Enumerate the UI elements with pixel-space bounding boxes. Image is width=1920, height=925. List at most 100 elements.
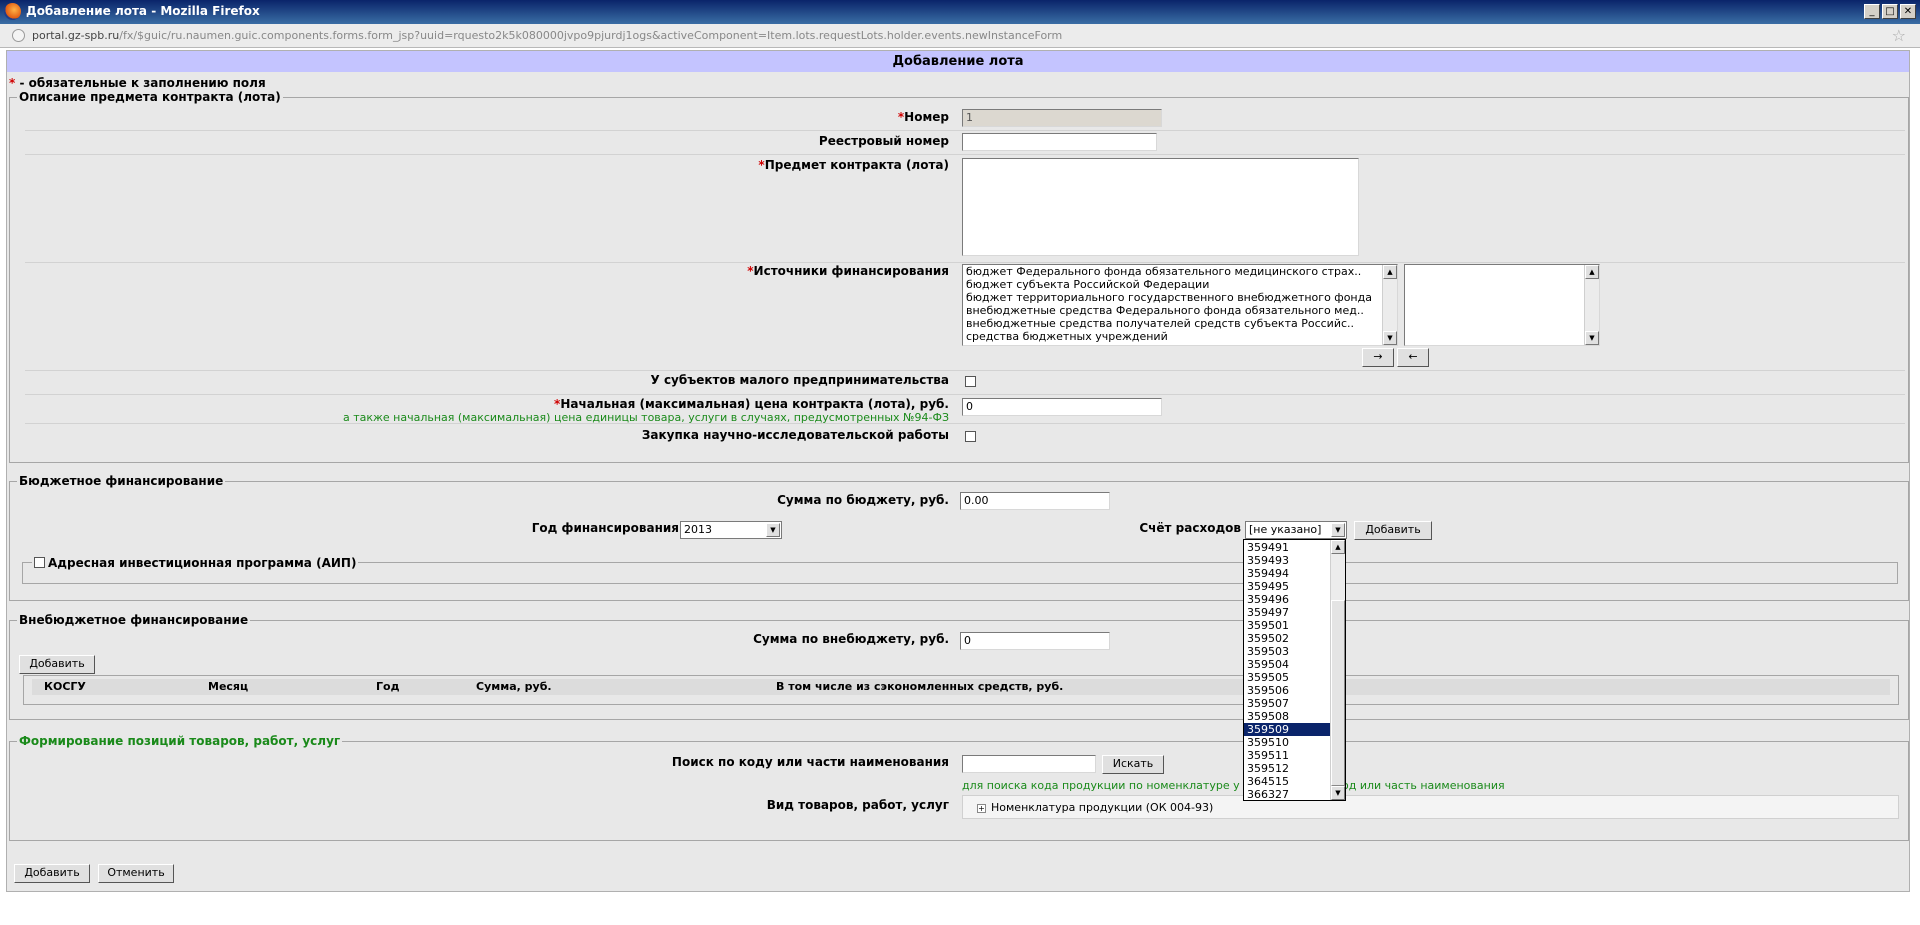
budget-sum-label: Сумма по бюджету, руб. (777, 493, 949, 507)
maximize-button[interactable]: □ (1882, 4, 1898, 19)
research-label: Закупка научно-исследовательской работы (641, 428, 949, 442)
source-option[interactable]: бюджет Федерального фонда обязательного … (963, 265, 1397, 278)
chevron-down-icon[interactable]: ▼ (766, 523, 780, 537)
account-option[interactable]: 359505 (1244, 671, 1330, 684)
small-business-checkbox[interactable] (965, 376, 976, 387)
number-label-text: Номер (904, 110, 949, 124)
url-domain: portal.gz-spb.ru (32, 29, 120, 42)
account-option[interactable]: 359496 (1244, 593, 1330, 606)
url-text[interactable]: portal.gz-spb.ru/fx/$guic/ru.naumen.guic… (32, 29, 1062, 42)
price-label-text: Начальная (максимальная) цена контракта … (560, 397, 949, 411)
lot-fieldset (9, 97, 1909, 463)
number-label: *Номер (897, 110, 949, 124)
move-left-button[interactable]: ← (1397, 348, 1429, 367)
research-checkbox[interactable] (965, 431, 976, 442)
row-divider (25, 154, 1905, 155)
goods-tree: + Номенклатура продукции (ОК 004-93) (962, 795, 1899, 819)
aip-legend: Адресная инвестиционная программа (АИП) (32, 556, 359, 570)
tree-node[interactable]: + Номенклатура продукции (ОК 004-93) (977, 801, 1213, 814)
col-sum: Сумма, руб. (476, 680, 552, 693)
account-select[interactable]: [не указано] ▼ (1245, 521, 1347, 539)
scroll-down-arrow-icon[interactable]: ▼ (1331, 786, 1345, 800)
extra-sum-label: Сумма по внебюджету, руб. (753, 632, 949, 646)
account-option[interactable]: 359510 (1244, 736, 1330, 749)
sources-available-list[interactable]: бюджет Федерального фонда обязательного … (962, 264, 1398, 346)
source-option[interactable]: бюджет субъекта Российской Федерации (963, 278, 1397, 291)
expand-plus-icon[interactable]: + (977, 803, 986, 813)
small-business-label: У субъектов малого предпринимательства (650, 373, 949, 387)
row-divider (25, 423, 1905, 424)
source-option[interactable]: внебюджетные средства Федерального фонда… (963, 304, 1397, 317)
account-option[interactable]: 359509 (1244, 723, 1330, 736)
tree-node-label[interactable]: Номенклатура продукции (ОК 004-93) (991, 801, 1213, 814)
account-add-button[interactable]: Добавить (1354, 521, 1432, 540)
add-lot-button[interactable]: Добавить (14, 864, 90, 883)
source-option[interactable]: внебюджетные средства получателей средст… (963, 317, 1397, 330)
account-option[interactable]: 359494 (1244, 567, 1330, 580)
search-button[interactable]: Искать (1102, 755, 1164, 774)
budget-legend: Бюджетное финансирование (17, 474, 226, 488)
scroll-down-arrow-icon[interactable]: ▼ (1383, 331, 1397, 345)
chevron-down-icon[interactable]: ▼ (1331, 523, 1345, 537)
close-button[interactable]: ✕ (1900, 4, 1916, 19)
number-field[interactable]: 1 (962, 109, 1162, 127)
col-kosgu: КОСГУ (44, 680, 86, 693)
minimize-button[interactable]: _ (1864, 4, 1880, 19)
account-option[interactable]: 359491 (1244, 541, 1330, 554)
account-option[interactable]: 359506 (1244, 684, 1330, 697)
budget-sum-field[interactable]: 0.00 (960, 492, 1110, 510)
goods-legend: Формирование позиций товаров, работ, усл… (17, 734, 343, 748)
scroll-up-arrow-icon[interactable]: ▲ (1585, 265, 1599, 279)
account-option[interactable]: 359502 (1244, 632, 1330, 645)
account-option[interactable]: 366327 (1244, 788, 1330, 800)
year-select-value: 2013 (684, 523, 712, 536)
extra-fieldset (9, 620, 1909, 720)
extra-sum-field[interactable]: 0 (960, 632, 1110, 650)
scroll-up-arrow-icon[interactable]: ▲ (1331, 540, 1345, 554)
cancel-button[interactable]: Отменить (98, 864, 174, 883)
price-field[interactable]: 0 (962, 398, 1162, 416)
account-option[interactable]: 359503 (1244, 645, 1330, 658)
year-select[interactable]: 2013 ▼ (680, 521, 782, 539)
subject-label: *Предмет контракта (лота) (758, 158, 949, 172)
extra-table: КОСГУ Месяц Год Сумма, руб. В том числе … (23, 675, 1899, 705)
account-option[interactable]: 359512 (1244, 762, 1330, 775)
goods-search-input[interactable] (962, 755, 1096, 773)
account-option[interactable]: 359511 (1244, 749, 1330, 762)
selected-scrollbar[interactable]: ▲ ▼ (1584, 265, 1599, 345)
registry-number-field[interactable] (962, 133, 1157, 151)
url-path: /fx/$guic/ru.naumen.guic.components.form… (119, 29, 1063, 42)
account-option[interactable]: 359495 (1244, 580, 1330, 593)
account-dropdown-scrollbar[interactable]: ▲ ▼ (1330, 540, 1345, 800)
kind-label: Вид товаров, работ, услуг (766, 798, 949, 812)
source-option[interactable]: бюджет территориального государственного… (963, 291, 1397, 304)
bookmark-star-icon[interactable]: ☆ (1892, 26, 1906, 45)
scroll-thumb[interactable] (1331, 600, 1345, 786)
scroll-up-arrow-icon[interactable]: ▲ (1383, 265, 1397, 279)
aip-checkbox[interactable] (34, 557, 45, 568)
url-bar[interactable]: portal.gz-spb.ru/fx/$guic/ru.naumen.guic… (0, 24, 1920, 48)
site-identity-icon[interactable] (12, 29, 25, 42)
row-divider (25, 130, 1905, 131)
account-option[interactable]: 359508 (1244, 710, 1330, 723)
row-divider (25, 394, 1905, 395)
col-month: Месяц (208, 680, 249, 693)
move-right-button[interactable]: → (1362, 348, 1394, 367)
account-option[interactable]: 359507 (1244, 697, 1330, 710)
account-option[interactable]: 359493 (1244, 554, 1330, 567)
scroll-down-arrow-icon[interactable]: ▼ (1585, 331, 1599, 345)
form-header: Добавление лота (7, 51, 1909, 72)
source-option[interactable]: средства бюджетных учреждений (963, 330, 1397, 343)
account-option[interactable]: 359501 (1244, 619, 1330, 632)
account-dropdown-list[interactable]: 359491 359493 359494 359495 359496 359497 3595… (1243, 539, 1346, 801)
subject-textarea[interactable] (962, 158, 1359, 256)
sources-scrollbar[interactable]: ▲ ▼ (1382, 265, 1397, 345)
account-option[interactable]: 364515 (1244, 775, 1330, 788)
account-option[interactable]: 359497 (1244, 606, 1330, 619)
extra-add-button[interactable]: Добавить (19, 655, 95, 674)
form-frame: Добавление лота * - обязательные к запол… (6, 50, 1910, 892)
required-note: * - обязательные к заполнению поля (9, 76, 266, 90)
account-option[interactable]: 359504 (1244, 658, 1330, 671)
sources-selected-list[interactable]: ▲ ▼ (1404, 264, 1600, 346)
search-hint-right: од или часть наименования (1342, 779, 1505, 792)
